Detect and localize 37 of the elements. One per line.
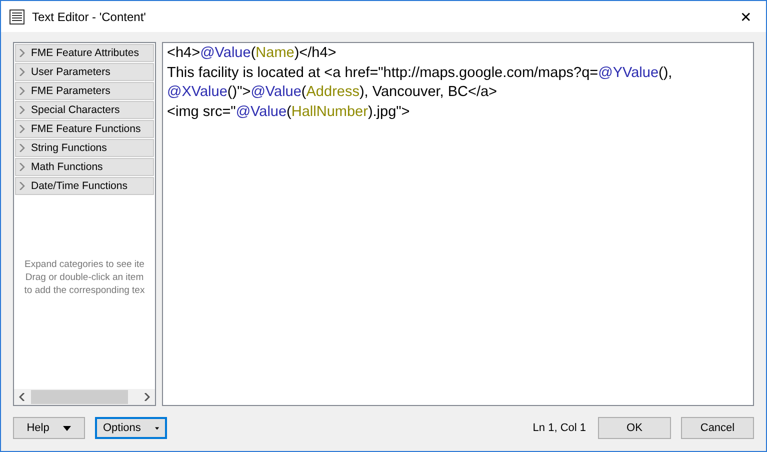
category-item[interactable]: FME Feature Attributes (15, 44, 154, 62)
chevron-icon (19, 87, 25, 95)
scroll-right-icon[interactable] (144, 393, 150, 401)
document-icon (9, 8, 25, 24)
chevron-icon (19, 106, 25, 114)
category-item[interactable]: Date/Time Functions (15, 177, 154, 195)
cancel-button[interactable]: Cancel (681, 417, 754, 439)
cursor-position: Ln 1, Col 1 (532, 422, 586, 434)
category-item[interactable]: FME Parameters (15, 82, 154, 100)
category-item[interactable]: Math Functions (15, 158, 154, 176)
chevron-icon (19, 68, 25, 76)
category-item[interactable]: Special Characters (15, 101, 154, 119)
category-item[interactable]: String Functions (15, 139, 154, 157)
hint-text: Expand categories to see ite (24, 258, 144, 270)
code-line: This facility is located at <a href="http://maps.google.com/maps?q=@YValue(), (167, 64, 674, 82)
code-line: <img src="@Value(HallNumber).jpg"> (167, 102, 411, 122)
code-line: @XValue()">@Value(Address), Vancouver, BC</a> (167, 83, 498, 102)
chevron-icon (19, 49, 25, 57)
chevron-icon (19, 182, 25, 190)
hint-text: Drag or double-click an item (25, 270, 144, 284)
help-button[interactable]: Help (13, 417, 85, 439)
caret-icon (63, 426, 72, 430)
window-title: Text Editor - 'Content' (32, 10, 147, 24)
options-button[interactable]: Options (95, 417, 167, 439)
chevron-icon (19, 125, 25, 133)
close-button[interactable]: ✕ (734, 8, 758, 24)
hint-text: to add the corresponding tex (24, 284, 145, 296)
chevron-icon (19, 163, 25, 171)
chevron-icon (19, 144, 25, 152)
code-line: <h4>@Value(Name)</h4> (167, 44, 338, 63)
category-item[interactable]: User Parameters (15, 63, 154, 81)
caret-icon (154, 426, 159, 430)
horizontal-scrollbar[interactable] (14, 389, 155, 405)
category-item[interactable]: FME Feature Functions (15, 120, 154, 138)
text-editor[interactable]: <h4>@Value(Name)</h4> This facility is located at <a href="http://maps.google.com/maps?q=@YValue(), @XValue()">@Value(Address), Vancouver, BC</a> <img src="@Value(HallNumber).jpg"> (162, 42, 754, 406)
scroll-left-icon[interactable] (19, 393, 25, 401)
ok-button[interactable]: OK (598, 417, 671, 439)
